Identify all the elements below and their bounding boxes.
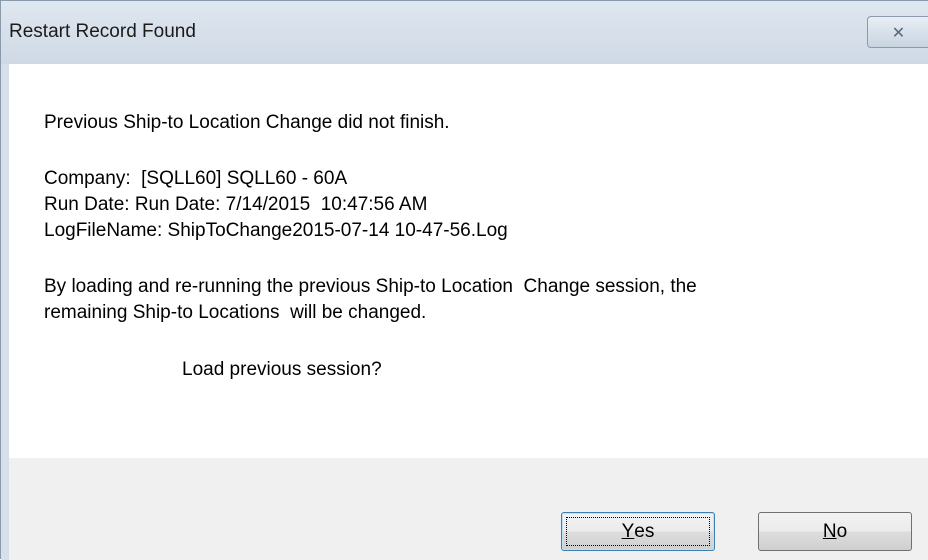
button-bar: Yes No bbox=[1, 458, 928, 560]
message-not-finished: Previous Ship-to Location Change did not… bbox=[44, 112, 450, 133]
no-label-rest: o bbox=[836, 520, 848, 542]
no-button[interactable]: No bbox=[758, 512, 912, 551]
yes-button[interactable]: Yes bbox=[561, 512, 715, 551]
no-mnemonic: N bbox=[822, 520, 837, 542]
message-run-date: Run Date: Run Date: 7/14/2015 10:47:56 A… bbox=[44, 194, 428, 215]
focus-ring bbox=[566, 517, 710, 546]
message-area: Previous Ship-to Location Change did not… bbox=[1, 64, 928, 458]
message-company: Company: [SQLL60] SQLL60 - 60A bbox=[44, 168, 348, 189]
message-info-line-1: By loading and re-running the previous S… bbox=[44, 276, 697, 297]
dialog-window: Restart Record Found ✕ Previous Ship-to … bbox=[0, 0, 928, 560]
close-icon: ✕ bbox=[891, 22, 906, 42]
message-question: Load previous session? bbox=[182, 359, 382, 380]
close-button[interactable]: ✕ bbox=[867, 16, 928, 48]
dialog-title: Restart Record Found bbox=[9, 21, 196, 42]
message-info-line-2: remaining Ship-to Locations will be chan… bbox=[44, 302, 427, 323]
message-log-file: LogFileName: ShipToChange2015-07-14 10-4… bbox=[44, 220, 508, 241]
title-bar[interactable]: Restart Record Found ✕ bbox=[1, 1, 928, 64]
